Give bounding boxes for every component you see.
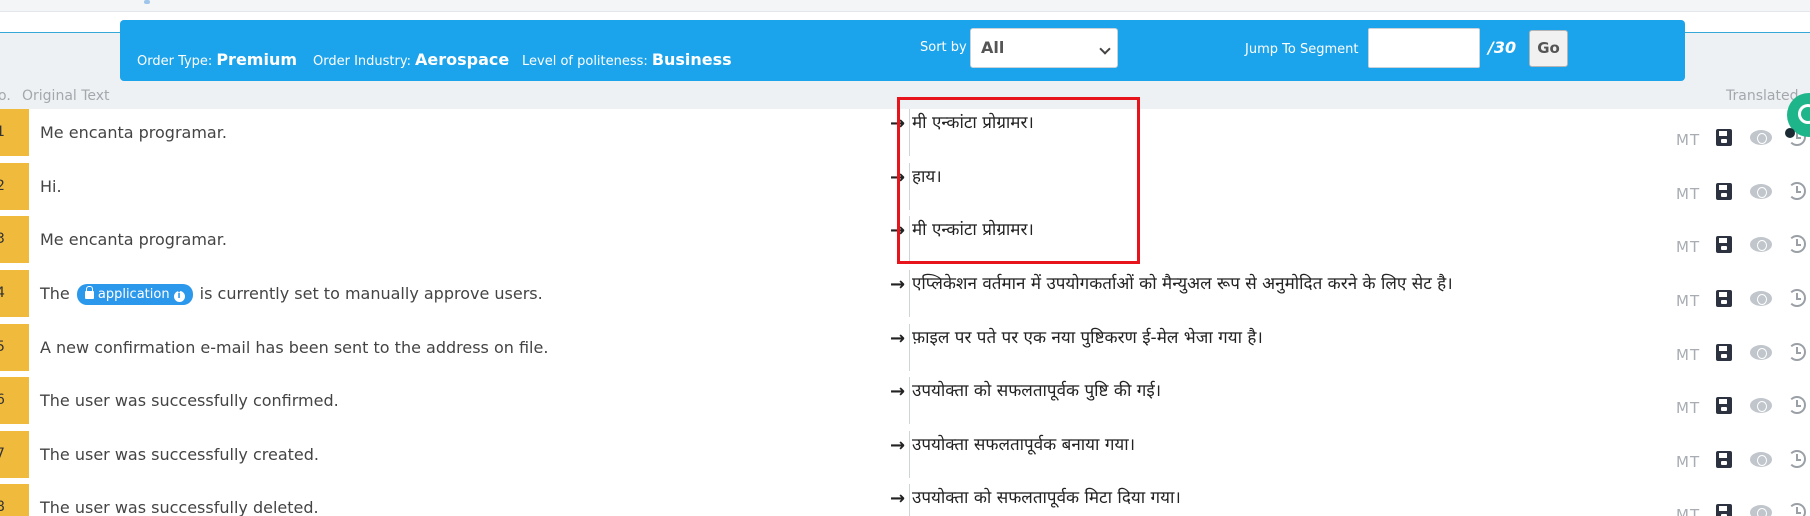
save-icon[interactable] [1716, 344, 1732, 361]
segment-row[interactable]: 7 The user was successfully created. → उ… [0, 431, 1810, 478]
sort-label: Sort by [920, 40, 967, 55]
history-icon[interactable] [1788, 343, 1806, 361]
comment-icon[interactable] [1750, 237, 1772, 252]
jump-to-segment-label: Jump To Segment [1245, 42, 1359, 57]
target-divider [909, 377, 910, 424]
source-text: The user was successfully confirmed. [40, 391, 339, 410]
history-icon[interactable] [1788, 182, 1806, 200]
target-divider [909, 270, 910, 317]
history-icon[interactable] [1788, 396, 1806, 414]
mt-button[interactable]: MT [1676, 185, 1700, 203]
segment-total: /30 [1488, 38, 1517, 57]
politeness-value: Business [651, 50, 732, 69]
copy-arrow-icon[interactable]: → [890, 328, 905, 349]
save-icon[interactable] [1716, 236, 1732, 253]
assistant-badge [1785, 128, 1795, 138]
sort-select-value: All [981, 38, 1005, 57]
save-icon[interactable] [1716, 183, 1732, 200]
copy-arrow-icon[interactable]: → [890, 435, 905, 456]
save-icon[interactable] [1716, 397, 1732, 414]
segment-number: 2 [0, 163, 29, 210]
comment-icon[interactable] [1750, 345, 1772, 360]
history-icon[interactable] [1788, 235, 1806, 253]
segment-number: 6 [0, 377, 29, 424]
top-marker [144, 0, 150, 4]
segment-row[interactable]: 5 A new confirmation e-mail has been sen… [0, 324, 1810, 371]
segment-number: 5 [0, 324, 29, 371]
source-text: Me encanta programar. [40, 123, 227, 142]
highlight-box [897, 97, 1140, 264]
mt-button[interactable]: MT [1676, 292, 1700, 310]
mt-button[interactable]: MT [1676, 131, 1700, 149]
sort-select[interactable]: All [970, 28, 1118, 68]
order-type-value: Premium [216, 50, 298, 69]
segment-number: 7 [0, 431, 29, 478]
order-type: Order Type: Premium [137, 50, 297, 69]
source-text: A new confirmation e-mail has been sent … [40, 338, 549, 357]
target-divider [909, 484, 910, 516]
save-icon[interactable] [1716, 451, 1732, 468]
mt-button[interactable]: MT [1676, 399, 1700, 417]
column-number-header: o. [0, 88, 11, 104]
mt-button[interactable]: MT [1676, 453, 1700, 471]
order-type-label: Order Type: [137, 54, 213, 69]
politeness-label: Level of politeness: [522, 54, 648, 69]
copy-arrow-icon[interactable]: → [890, 274, 905, 295]
segment-row[interactable]: 6 The user was successfully confirmed. →… [0, 377, 1810, 424]
source-text-start: The [40, 284, 70, 303]
mt-button[interactable]: MT [1676, 238, 1700, 256]
history-icon[interactable] [1788, 503, 1806, 516]
column-original-header: Original Text [22, 88, 110, 104]
target-text[interactable]: उपयोक्ता को सफलतापूर्वक मिटा दिया गया। [912, 485, 1181, 508]
save-icon[interactable] [1716, 504, 1732, 516]
target-text[interactable]: उपयोक्ता को सफलतापूर्वक पुष्टि की गई। [912, 378, 1161, 401]
order-industry: Order Industry: Aerospace [313, 50, 509, 69]
target-divider [909, 431, 910, 478]
mt-button[interactable]: MT [1676, 346, 1700, 364]
placeholder-tag[interactable]: application i [76, 284, 193, 305]
comment-icon[interactable] [1750, 291, 1772, 306]
history-icon[interactable] [1788, 450, 1806, 468]
mt-button[interactable]: MT [1676, 506, 1700, 516]
segment-number: 4 [0, 270, 29, 317]
source-text: Hi. [40, 177, 62, 196]
comment-icon[interactable] [1750, 452, 1772, 467]
chevron-down-icon [1099, 43, 1111, 55]
source-text: The application i is currently set to man… [40, 284, 543, 305]
target-divider [909, 324, 910, 371]
save-icon[interactable] [1716, 129, 1732, 146]
info-icon: i [173, 291, 185, 302]
comment-icon[interactable] [1750, 130, 1772, 145]
order-industry-value: Aerospace [414, 50, 510, 69]
save-icon[interactable] [1716, 290, 1732, 307]
comment-icon[interactable] [1750, 505, 1772, 516]
segment-number: 1 [0, 109, 29, 156]
copy-arrow-icon[interactable]: → [890, 381, 905, 402]
jump-to-segment-input[interactable] [1368, 28, 1480, 68]
target-text[interactable]: उपयोक्ता सफलतापूर्वक बनाया गया। [912, 432, 1135, 455]
go-button[interactable]: Go [1529, 30, 1568, 67]
order-industry-label: Order Industry: [313, 54, 411, 69]
comment-icon[interactable] [1750, 184, 1772, 199]
source-text: The user was successfully created. [40, 445, 319, 464]
segment-number: 8 [0, 484, 29, 516]
source-text: Me encanta programar. [40, 230, 227, 249]
copy-arrow-icon[interactable]: → [890, 488, 905, 509]
order-header-bar: Order Type: Premium Order Industry: Aerosp… [120, 20, 1685, 81]
source-text-end: is currently set to manually approve use… [199, 284, 543, 303]
segment-row[interactable]: 4 The application i is currently set to m… [0, 270, 1810, 317]
segment-row[interactable]: 8 The user was successfully deleted. → उ… [0, 484, 1810, 516]
history-icon[interactable] [1788, 289, 1806, 307]
placeholder-tag-label: application [97, 287, 170, 302]
target-text[interactable]: फ़ाइल पर पते पर एक नया पुष्टिकरण ई-मेल भ… [912, 325, 1263, 348]
lock-icon [84, 286, 94, 299]
target-text[interactable]: एप्लिकेशन वर्तमान में उपयोगकर्ताओं को मै… [912, 271, 1453, 294]
column-translated-header: Translated [1726, 88, 1799, 104]
source-text: The user was successfully deleted. [40, 498, 319, 516]
comment-icon[interactable] [1750, 398, 1772, 413]
politeness: Level of politeness: Business [522, 50, 732, 69]
segment-number: 3 [0, 216, 29, 263]
top-strip [0, 0, 1810, 12]
